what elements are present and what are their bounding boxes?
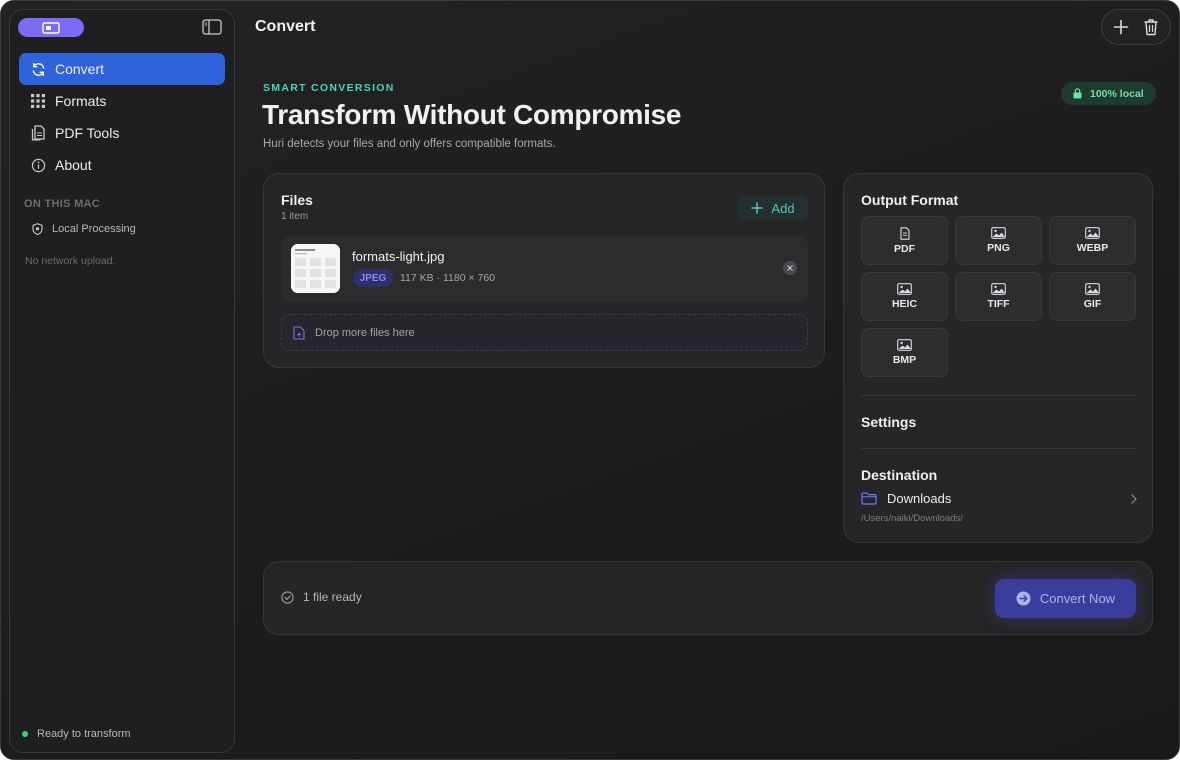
plus-icon <box>751 202 764 214</box>
drop-zone[interactable]: Drop more files here <box>281 314 808 351</box>
local-badge-label: 100% local <box>1090 87 1144 100</box>
drop-zone-label: Drop more files here <box>315 326 415 339</box>
sidebar-item-formats[interactable]: Formats <box>19 85 225 117</box>
sidebar: Convert Formats PDF Tools About ON THIS … <box>9 9 235 753</box>
add-button[interactable]: Add <box>738 196 808 220</box>
file-meta: 117 KB · 1180 × 760 <box>400 272 496 284</box>
status-indicator: Ready to transform <box>22 728 131 740</box>
format-button-pdf[interactable]: PDF <box>861 216 948 265</box>
sidebar-item-label: PDF Tools <box>55 125 120 141</box>
app-logo[interactable] <box>18 18 84 37</box>
section-title-on-this-mac: ON THIS MAC <box>24 198 101 210</box>
arrow-right-circle-icon <box>1016 591 1031 606</box>
status-dot <box>22 731 28 737</box>
output-format-title: Output Format <box>861 192 959 208</box>
files-count: 1 item <box>281 211 309 222</box>
local-processing-label: Local Processing <box>52 223 136 235</box>
format-label: HEIC <box>891 298 918 310</box>
files-title: Files <box>281 192 313 208</box>
file-thumbnail <box>291 244 340 293</box>
files-card: Files 1 item Add formats-light.jpg JPEG … <box>263 173 825 368</box>
close-icon <box>787 265 793 271</box>
destination-path: /Users/naiki/Downloads/ <box>861 513 963 524</box>
app-logo-icon <box>42 21 60 34</box>
ready-status-label: 1 file ready <box>303 590 362 604</box>
add-file-button[interactable] <box>1108 14 1134 40</box>
folder-icon <box>861 491 877 505</box>
check-circle-icon <box>281 590 294 604</box>
document-icon <box>30 125 46 141</box>
sidebar-item-label: Convert <box>55 61 105 77</box>
divider <box>861 448 1136 449</box>
destination-picker[interactable]: Downloads <box>861 488 1137 508</box>
format-label: WEBP <box>1076 242 1109 254</box>
hero-headline: Transform Without Compromise <box>262 99 682 130</box>
add-button-label: Add <box>771 200 795 216</box>
image-icon <box>1085 283 1100 295</box>
sidebar-nav: Convert Formats PDF Tools About <box>19 53 225 181</box>
format-label: GIF <box>1083 298 1102 310</box>
format-button-tiff[interactable]: TIFF <box>955 272 1042 321</box>
shield-icon <box>32 223 43 235</box>
convert-now-label: Convert Now <box>1039 591 1116 606</box>
file-type-badge: JPEG <box>353 269 393 287</box>
local-badge: 100% local <box>1061 82 1156 105</box>
format-label: PDF <box>894 242 915 255</box>
local-processing-item: Local Processing <box>32 223 136 235</box>
trash-icon <box>1144 19 1158 36</box>
toolbar <box>1101 9 1171 45</box>
document-icon <box>899 226 910 240</box>
sidebar-item-pdf-tools[interactable]: PDF Tools <box>19 117 225 149</box>
image-icon <box>991 283 1006 295</box>
sidebar-item-label: Formats <box>55 93 107 109</box>
file-row[interactable]: formats-light.jpg JPEG 117 KB · 1180 × 7… <box>281 236 808 302</box>
convert-now-button[interactable]: Convert Now <box>995 579 1136 618</box>
format-button-webp[interactable]: WEBP <box>1049 216 1136 265</box>
format-label: TIFF <box>987 298 1010 310</box>
destination-folder: Downloads <box>887 490 952 506</box>
plus-icon <box>1113 19 1129 35</box>
divider <box>861 395 1136 396</box>
status-text: Ready to transform <box>37 728 131 740</box>
grid-icon <box>30 93 46 109</box>
destination-title: Destination <box>861 467 938 483</box>
image-icon <box>991 227 1006 239</box>
action-bar: 1 file ready Convert Now <box>263 561 1153 635</box>
image-icon <box>897 283 912 295</box>
eyebrow-label: SMART CONVERSION <box>263 82 395 94</box>
output-format-card: Output Format PDF PNG WEBP HEIC TIFF GIF… <box>843 173 1153 543</box>
format-button-gif[interactable]: GIF <box>1049 272 1136 321</box>
sidebar-toggle-icon[interactable] <box>202 19 222 35</box>
page-title: Convert <box>255 18 316 35</box>
ready-status: 1 file ready <box>281 590 362 604</box>
format-grid: PDF PNG WEBP HEIC TIFF GIF BMP <box>861 216 1137 377</box>
format-button-heic[interactable]: HEIC <box>861 272 948 321</box>
file-add-icon <box>293 325 305 340</box>
chevron-right-icon <box>1131 492 1137 507</box>
app-window: Convert Formats PDF Tools About ON THIS … <box>0 0 1180 760</box>
settings-title[interactable]: Settings <box>861 414 916 430</box>
lock-icon <box>1073 88 1082 99</box>
format-label: PNG <box>987 242 1010 254</box>
image-icon <box>1085 227 1100 239</box>
clear-files-button[interactable] <box>1138 14 1164 40</box>
remove-file-button[interactable] <box>783 261 797 275</box>
sidebar-item-about[interactable]: About <box>19 149 225 181</box>
image-icon <box>897 339 912 351</box>
format-button-png[interactable]: PNG <box>955 216 1042 265</box>
format-button-bmp[interactable]: BMP <box>861 328 948 377</box>
sidebar-item-convert[interactable]: Convert <box>19 53 225 85</box>
hero-subline: Huri detects your files and only offers … <box>263 138 556 150</box>
info-icon <box>30 157 46 173</box>
sidebar-item-label: About <box>55 157 92 173</box>
file-name: formats-light.jpg <box>352 249 445 264</box>
no-network-note: No network upload. <box>25 255 116 267</box>
refresh-icon <box>30 61 46 77</box>
format-label: BMP <box>892 354 917 366</box>
